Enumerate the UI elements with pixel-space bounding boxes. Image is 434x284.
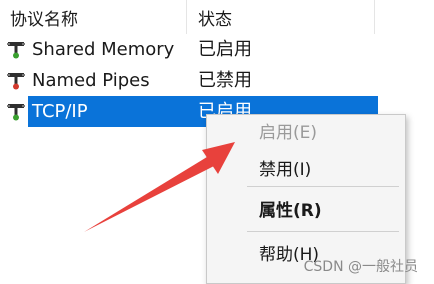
column-divider[interactable] xyxy=(186,0,187,34)
column-header-status-label: 状态 xyxy=(198,9,232,30)
table-row[interactable]: Shared Memory 已启用 xyxy=(0,34,378,65)
table-row[interactable]: Named Pipes 已禁用 xyxy=(0,65,378,96)
protocol-name: Shared Memory xyxy=(32,39,175,60)
network-protocol-icon xyxy=(7,73,25,90)
menu-item-enable: 启用(E) xyxy=(207,117,405,149)
menu-item-disable-label: 禁用(I) xyxy=(259,160,312,180)
watermark: CSDN @一般社员 xyxy=(303,259,418,275)
protocol-name: Named Pipes xyxy=(32,70,150,91)
menu-item-disable[interactable]: 禁用(I) xyxy=(207,154,405,186)
protocol-status: 已禁用 xyxy=(198,70,252,91)
protocol-status: 已启用 xyxy=(198,39,252,60)
menu-separator xyxy=(247,186,399,187)
menu-item-enable-label: 启用(E) xyxy=(259,123,318,143)
column-header-status[interactable]: 状态 xyxy=(198,0,368,34)
menu-item-properties[interactable]: 属性(R) xyxy=(207,195,405,227)
sql-config-manager-pane: 协议名称 状态 Shared Memory 已启用 Named Pipes 已禁… xyxy=(0,0,434,284)
network-protocol-icon xyxy=(7,42,25,59)
protocol-name: TCP/IP xyxy=(32,101,88,122)
column-header-protocol-name-label: 协议名称 xyxy=(10,9,78,30)
network-protocol-icon xyxy=(7,104,25,121)
column-header-protocol-name[interactable]: 协议名称 xyxy=(10,0,180,34)
menu-separator xyxy=(247,231,399,232)
menu-item-properties-label: 属性(R) xyxy=(259,201,322,221)
column-divider[interactable] xyxy=(374,0,375,34)
